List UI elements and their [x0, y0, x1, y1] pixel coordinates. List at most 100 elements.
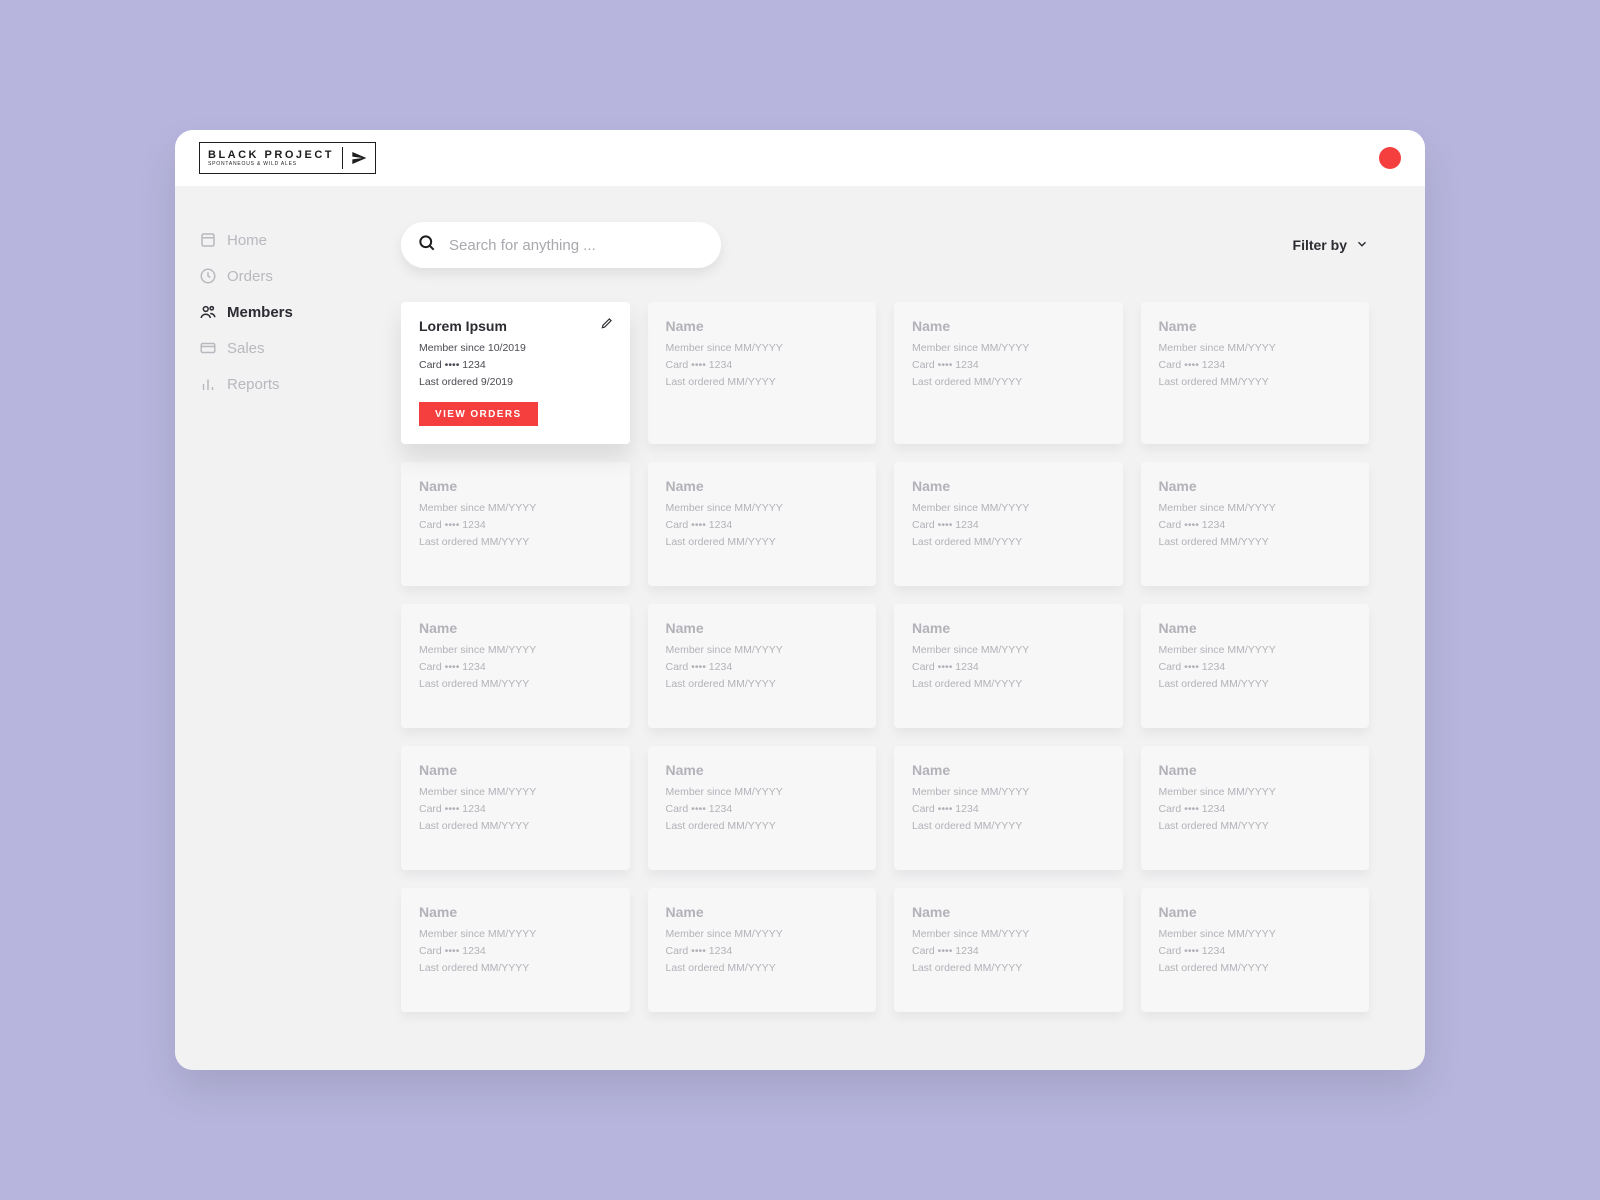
sidebar-item-reports[interactable]: Reports [199, 366, 345, 402]
member-last-ordered: Last ordered MM/YYYY [1159, 818, 1352, 835]
member-since: Member since MM/YYYY [912, 340, 1105, 357]
member-card[interactable]: NameMember since MM/YYYYCard •••• 1234La… [648, 462, 877, 586]
member-card-number: Card •••• 1234 [912, 659, 1105, 676]
member-name: Name [1159, 318, 1352, 334]
home-icon [199, 231, 217, 249]
sidebar-item-label: Reports [227, 376, 280, 393]
member-card[interactable]: NameMember since MM/YYYYCard •••• 1234La… [648, 888, 877, 1012]
member-card[interactable]: Name Member since MM/YYYYCard •••• 1234La… [648, 302, 877, 444]
member-card-number: Card •••• 1234 [419, 357, 612, 374]
sidebar: Home Orders Members Sales [175, 186, 345, 1070]
member-last-ordered: Last ordered MM/YYYY [666, 960, 859, 977]
member-card-number: Card •••• 1234 [666, 659, 859, 676]
member-name: Name [666, 478, 859, 494]
member-name: Name [666, 318, 859, 334]
member-name: Name [1159, 904, 1352, 920]
bar-chart-icon [199, 375, 217, 393]
member-name: Name [1159, 762, 1352, 778]
member-name: Name [1159, 620, 1352, 636]
member-card[interactable]: NameMember since MM/YYYYCard •••• 1234La… [648, 604, 877, 728]
member-card-number: Card •••• 1234 [1159, 801, 1352, 818]
member-card-number: Card •••• 1234 [666, 801, 859, 818]
member-since: Member since MM/YYYY [666, 784, 859, 801]
sidebar-item-label: Sales [227, 340, 265, 357]
status-indicator-icon[interactable] [1379, 147, 1401, 169]
member-card[interactable]: Lorem IpsumMember since 10/2019Card ••••… [401, 302, 630, 444]
member-card-number: Card •••• 1234 [419, 801, 612, 818]
member-since: Member since MM/YYYY [912, 642, 1105, 659]
search-icon [417, 233, 437, 258]
member-since: Member since MM/YYYY [1159, 642, 1352, 659]
member-name: Name [912, 762, 1105, 778]
member-card[interactable]: NameMember since MM/YYYYCard •••• 1234La… [894, 302, 1123, 444]
member-since: Member since MM/YYYY [419, 500, 612, 517]
card-icon [199, 339, 217, 357]
member-card[interactable]: NameMember since MM/YYYYCard •••• 1234La… [401, 604, 630, 728]
member-card[interactable]: NameMember since MM/YYYYCard •••• 1234La… [894, 462, 1123, 586]
member-card-number: Card •••• 1234 [1159, 357, 1352, 374]
member-name: Name [912, 620, 1105, 636]
member-last-ordered: Last ordered MM/YYYY [912, 676, 1105, 693]
sidebar-item-members[interactable]: Members [199, 294, 345, 330]
member-since: Member since MM/YYYY [1159, 500, 1352, 517]
member-card-number: Card •••• 1234 [419, 517, 612, 534]
member-card[interactable]: NameMember since MM/YYYYCard •••• 1234La… [894, 888, 1123, 1012]
member-since: Member since MM/YYYY [1159, 340, 1352, 357]
edit-member-button[interactable] [598, 316, 616, 334]
member-since: Member since MM/YYYY [912, 784, 1105, 801]
member-card-number: Card •••• 1234 [1159, 659, 1352, 676]
member-card-number: Card •••• 1234 [912, 801, 1105, 818]
member-card-number: Card •••• 1234 [912, 517, 1105, 534]
member-card[interactable]: NameMember since MM/YYYYCard •••• 1234La… [894, 746, 1123, 870]
member-card[interactable]: NameMember since MM/YYYYCard •••• 1234La… [1141, 604, 1370, 728]
member-card-number: Card •••• 1234 [912, 357, 1105, 374]
logo-tagline: SPONTANEOUS & WILD ALES [208, 162, 334, 167]
sidebar-item-sales[interactable]: Sales [199, 330, 345, 366]
member-card[interactable]: NameMember since MM/YYYYCard •••• 1234La… [401, 462, 630, 586]
chevron-down-icon [1355, 237, 1369, 254]
member-card[interactable]: Name Member since MM/YYYYCard •••• 1234La… [894, 604, 1123, 728]
member-since: Member since MM/YYYY [1159, 926, 1352, 943]
sidebar-item-orders[interactable]: Orders [199, 258, 345, 294]
member-card-number: Card •••• 1234 [666, 357, 859, 374]
member-card[interactable]: NameMember since MM/YYYYCard •••• 1234La… [1141, 302, 1370, 444]
member-name: Name [912, 318, 1105, 334]
brand-logo[interactable]: BLACK PROJECT SPONTANEOUS & WILD ALES [199, 142, 376, 174]
member-since: Member since MM/YYYY [1159, 784, 1352, 801]
topbar: BLACK PROJECT SPONTANEOUS & WILD ALES [175, 130, 1425, 186]
member-last-ordered: Last ordered MM/YYYY [419, 818, 612, 835]
member-name: Name [419, 478, 612, 494]
pencil-icon [600, 316, 614, 335]
member-since: Member since 10/2019 [419, 340, 612, 357]
member-card[interactable]: NameMember since MM/YYYYCard •••• 1234La… [401, 888, 630, 1012]
member-card[interactable]: NameMember since MM/YYYYCard •••• 1234La… [1141, 462, 1370, 586]
member-last-ordered: Last ordered MM/YYYY [1159, 960, 1352, 977]
member-card[interactable]: NameMember since MM/YYYYCard •••• 1234La… [1141, 888, 1370, 1012]
sidebar-item-label: Members [227, 304, 293, 321]
member-name: Name [419, 762, 612, 778]
member-card[interactable]: Name Member since MM/YYYYCard •••• 1234La… [401, 746, 630, 870]
view-orders-button[interactable]: VIEW ORDERS [419, 402, 538, 426]
member-since: Member since MM/YYYY [666, 500, 859, 517]
search-box[interactable] [401, 222, 721, 268]
logo-text: BLACK PROJECT [208, 150, 334, 161]
app-body: Home Orders Members Sales [175, 186, 1425, 1070]
search-input[interactable] [449, 237, 701, 254]
member-card[interactable]: NameMember since MM/YYYYCard •••• 1234La… [648, 746, 877, 870]
member-card-number: Card •••• 1234 [419, 943, 612, 960]
member-last-ordered: Last ordered MM/YYYY [666, 676, 859, 693]
sidebar-item-home[interactable]: Home [199, 222, 345, 258]
member-card[interactable]: Name Member since MM/YYYYCard •••• 1234La… [1141, 746, 1370, 870]
member-name: Name [666, 620, 859, 636]
member-since: Member since MM/YYYY [666, 926, 859, 943]
member-since: Member since MM/YYYY [666, 340, 859, 357]
main-header: Filter by [401, 222, 1369, 268]
member-name: Name [419, 904, 612, 920]
main-content: Filter by Lorem IpsumMember since 10/201… [345, 186, 1425, 1070]
member-last-ordered: Last ordered MM/YYYY [666, 374, 859, 391]
member-since: Member since MM/YYYY [419, 784, 612, 801]
member-card-number: Card •••• 1234 [1159, 517, 1352, 534]
filter-dropdown[interactable]: Filter by [1293, 237, 1369, 254]
member-name: Name [666, 762, 859, 778]
member-name: Name [912, 478, 1105, 494]
